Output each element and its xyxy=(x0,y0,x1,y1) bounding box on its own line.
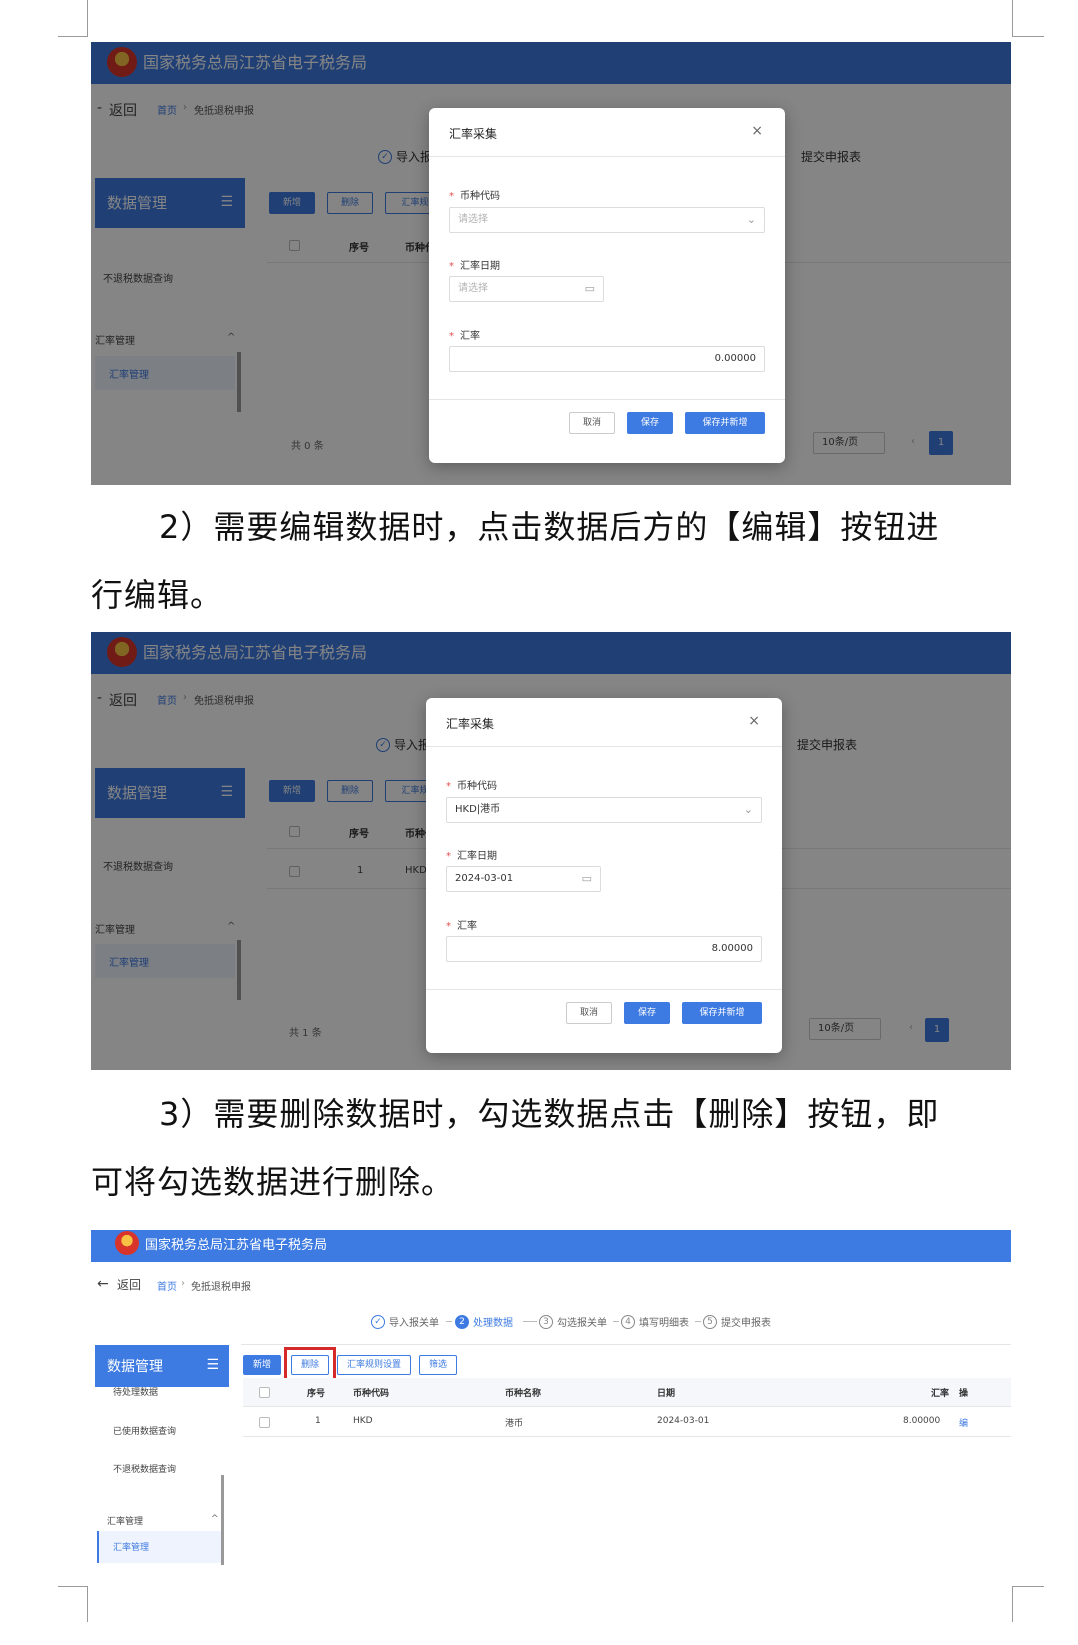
sidebar-item-used-query[interactable]: 已使用数据查询 xyxy=(113,1424,176,1437)
rate-collect-dialog: 汇率采集 × * 币种代码 HKD|港币 ⌄ * 汇率日期 2024-03-01 ▭… xyxy=(426,698,782,1053)
rate-input[interactable]: 0.00000 xyxy=(449,346,765,372)
sidebar-scrollbar[interactable] xyxy=(221,1475,224,1565)
rate-input[interactable]: 8.00000 xyxy=(446,936,762,962)
add-button[interactable]: 新增 xyxy=(243,1355,281,1375)
step-4: 4 填写明细表 xyxy=(621,1314,689,1329)
breadcrumb-current: 免抵退税申报 xyxy=(191,1282,251,1293)
breadcrumb: ← 返回 首页 › 免抵退税申报 xyxy=(91,1274,391,1298)
screenshot-empty-rate-modal: 国家税务总局江苏省电子税务局 - 返回 首页 › 免抵退税申报 ✓ 导入报关 提… xyxy=(91,42,1011,485)
paragraph-delete-line2: 可将勾选数据进行删除。 xyxy=(91,1163,455,1201)
menu-icon[interactable]: ☰ xyxy=(206,1357,219,1373)
screenshot-table-delete: 国家税务总局江苏省电子税务局 ← 返回 首页 › 免抵退税申报 ✓ 导入报关单 … xyxy=(91,1230,1011,1580)
rate-date-picker[interactable]: 请选择 ▭ xyxy=(449,276,604,302)
select-all-checkbox[interactable] xyxy=(259,1387,270,1398)
crop-mark-top-right xyxy=(1012,0,1044,37)
paragraph-edit-line2: 行编辑。 xyxy=(91,576,224,614)
currency-label: * 币种代码 xyxy=(449,191,500,202)
save-and-new-button[interactable]: 保存并新增 xyxy=(682,1002,762,1024)
calendar-icon: ▭ xyxy=(581,872,592,885)
cancel-button[interactable]: 取消 xyxy=(569,412,615,434)
header-bar: 国家税务总局江苏省电子税务局 xyxy=(91,1230,1011,1262)
chevron-up-icon[interactable]: ^ xyxy=(211,1514,219,1524)
breadcrumb-home[interactable]: 首页 xyxy=(157,1278,177,1293)
cancel-button[interactable]: 取消 xyxy=(566,1002,612,1024)
back-arrow-icon[interactable]: ← xyxy=(97,1276,109,1292)
col-date: 日期 xyxy=(657,1389,676,1399)
rate-collect-dialog: 汇率采集 × * 币种代码 请选择 ⌄ * 汇率日期 请选择 ▭ * 汇率 0.000… xyxy=(429,108,785,463)
sidebar-group-rate[interactable]: 汇率管理 xyxy=(107,1514,143,1527)
cell-rate: 8.00000 xyxy=(903,1416,941,1426)
save-button[interactable]: 保存 xyxy=(624,1002,670,1024)
rate-date-label: * 汇率日期 xyxy=(446,851,497,862)
sidebar-item-pending[interactable]: 待处理数据 xyxy=(113,1385,158,1398)
cell-code: HKD xyxy=(353,1416,373,1426)
dialog-title: 汇率采集 xyxy=(449,127,498,141)
edit-link[interactable]: 编 xyxy=(959,1416,968,1429)
calendar-icon: ▭ xyxy=(584,282,595,295)
delete-button-highlight xyxy=(284,1347,336,1381)
close-icon[interactable]: × xyxy=(748,713,760,729)
close-icon[interactable]: × xyxy=(751,123,763,139)
filter-button[interactable]: 筛选 xyxy=(419,1355,457,1375)
rate-label: * 汇率 xyxy=(446,921,477,932)
step-2: 2 处理数据 xyxy=(455,1314,513,1329)
tax-emblem-icon xyxy=(115,1231,139,1255)
crop-mark-bottom-right xyxy=(1012,1586,1044,1622)
chevron-down-icon: ⌄ xyxy=(743,803,753,816)
chevron-down-icon: ⌄ xyxy=(746,213,756,226)
col-code: 币种代码 xyxy=(353,1389,390,1399)
cell-seq: 1 xyxy=(315,1416,321,1426)
screenshot-filled-rate-modal: 国家税务总局江苏省电子税务局 - 返回 首页 › 免抵退税申报 ✓ 导入报关 提… xyxy=(91,632,1011,1070)
rate-table: 序号 币种代码 币种名称 日期 汇率 操 1 HKD 港币 2024-03-01… xyxy=(243,1378,1011,1448)
sidebar-item-rate-management[interactable]: 汇率管理 xyxy=(97,1531,221,1563)
paragraph-edit-line1: 2）需要编辑数据时，点击数据后方的【编辑】按钮进 xyxy=(159,508,940,546)
crop-mark-top-left xyxy=(58,0,88,37)
crop-mark-bottom-left xyxy=(58,1586,88,1622)
sidebar-header: 数据管理 ☰ xyxy=(95,1345,229,1387)
cell-date: 2024-03-01 xyxy=(657,1416,710,1426)
rate-label: * 汇率 xyxy=(449,331,480,342)
currency-select[interactable]: HKD|港币 ⌄ xyxy=(446,797,762,823)
currency-label: * 币种代码 xyxy=(446,781,497,792)
sidebar-item-unrefund-query[interactable]: 不退税数据查询 xyxy=(113,1462,176,1475)
step-3: 3 勾选报关单 xyxy=(539,1314,607,1329)
breadcrumb-separator: › xyxy=(181,1278,185,1289)
col-name: 币种名称 xyxy=(505,1389,542,1399)
cell-name: 港币 xyxy=(505,1419,524,1429)
row-checkbox[interactable] xyxy=(259,1417,270,1428)
rate-date-picker[interactable]: 2024-03-01 ▭ xyxy=(446,866,601,892)
site-title: 国家税务总局江苏省电子税务局 xyxy=(145,1238,328,1253)
step-1: ✓ 导入报关单 xyxy=(371,1314,439,1329)
step-5: 5 提交申报表 xyxy=(703,1314,771,1329)
currency-select[interactable]: 请选择 ⌄ xyxy=(449,207,765,233)
col-op: 操 xyxy=(959,1389,969,1399)
save-button[interactable]: 保存 xyxy=(627,412,673,434)
col-rate: 汇率 xyxy=(931,1389,950,1399)
col-seq: 序号 xyxy=(307,1389,326,1399)
save-and-new-button[interactable]: 保存并新增 xyxy=(685,412,765,434)
rate-rule-button[interactable]: 汇率规则设置 xyxy=(337,1355,411,1375)
check-circle-icon: ✓ xyxy=(371,1314,385,1329)
dialog-title: 汇率采集 xyxy=(446,717,495,731)
rate-date-label: * 汇率日期 xyxy=(449,261,500,272)
back-link[interactable]: 返回 xyxy=(117,1276,141,1293)
paragraph-delete-line1: 3）需要删除数据时，勾选数据点击【删除】按钮，即 xyxy=(159,1095,940,1133)
